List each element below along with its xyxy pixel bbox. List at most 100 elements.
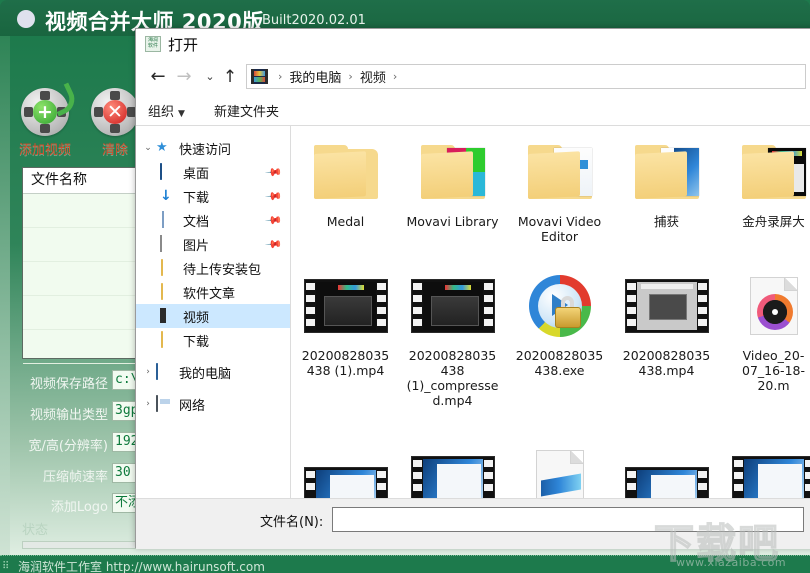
file-item-video-3[interactable]: 20200828035438.mp4	[613, 266, 720, 408]
filename-input[interactable]	[332, 507, 804, 532]
file-item-partial-2[interactable]	[399, 434, 506, 498]
file-item-partial-1[interactable]	[292, 434, 399, 498]
chevron-right-icon[interactable]: ›	[140, 399, 156, 409]
file-item-partial-5[interactable]	[720, 434, 810, 498]
sidebar-item-quick-access[interactable]: ⌄ ★ 快速访问	[136, 136, 290, 160]
sidebar-item-label: 视频	[183, 310, 210, 326]
new-folder-button[interactable]: 新建文件夹	[214, 101, 279, 120]
pin-icon[interactable]: 📌	[265, 211, 284, 230]
video-file-icon	[292, 434, 399, 498]
file-list-empty-row	[23, 330, 139, 364]
file-item-executable[interactable]: 20200828035438.exe	[506, 266, 613, 408]
status-label: 状态	[22, 523, 49, 538]
file-item-capture[interactable]: 捕获	[613, 132, 720, 244]
app-statusbar-text: 海润软件工作室 http://www.hairunsoft.com	[18, 560, 265, 573]
chevron-right-icon[interactable]: ›	[140, 367, 156, 377]
dialog-bottom-bar: 文件名(N):	[136, 498, 810, 549]
file-item-medal[interactable]: Medal	[292, 132, 399, 244]
sidebar-item-upload-packages[interactable]: 待上传安装包	[136, 256, 290, 280]
file-item-label: 捕获	[653, 214, 679, 229]
file-item-movavi-library[interactable]: Movavi Library	[399, 132, 506, 244]
file-list-empty-row	[23, 296, 139, 330]
sidebar-item-label: 下载	[183, 190, 210, 206]
arrow-right-icon[interactable]: →	[172, 65, 196, 89]
file-item-media-doc[interactable]: Video_20-07_16-18-20.m	[720, 266, 810, 408]
folder-thumb-icon	[720, 132, 810, 212]
save-path-row: 视频保存路径 c:\\手	[0, 369, 158, 395]
organize-menu-button[interactable]: 组织 ▼	[148, 101, 185, 120]
folder-icon	[160, 331, 178, 348]
file-row: 20200828035438 (1).mp4 20200828035438 (1…	[292, 266, 810, 408]
sidebar-item-downloads[interactable]: ↓ 下载 📌	[136, 184, 290, 208]
organize-label: 组织	[148, 105, 175, 120]
breadcrumb-separator: ›	[392, 70, 398, 83]
sidebar-item-network[interactable]: › 网络	[136, 392, 290, 416]
app-build-version: Built2020.02.01	[262, 13, 366, 28]
network-icon	[156, 395, 174, 412]
sidebar-item-documents[interactable]: 文档 📌	[136, 208, 290, 232]
save-path-label: 视频保存路径	[29, 377, 108, 392]
file-item-video-2[interactable]: 20200828035438 (1)_compressed.mp4	[399, 266, 506, 408]
sidebar-item-label: 我的电脑	[179, 366, 232, 382]
sidebar-item-label: 快速访问	[179, 142, 232, 158]
file-list-rows	[23, 194, 139, 364]
sidebar-item-label: 软件文章	[183, 286, 236, 302]
arrow-left-icon[interactable]: ←	[146, 65, 170, 89]
file-row-partial	[292, 434, 810, 498]
output-type-row: 视频输出类型 3gp	[0, 400, 158, 426]
breadcrumb-item-my-computer[interactable]: 我的电脑	[289, 67, 341, 86]
dialog-title: 打开	[168, 36, 199, 54]
sidebar-item-pictures[interactable]: 图片 📌	[136, 232, 290, 256]
file-list-header: 文件名称	[23, 168, 139, 194]
breadcrumb-separator: ›	[278, 70, 283, 83]
frame-rate-row: 压缩帧速率 30	[0, 462, 158, 488]
video-file-list[interactable]: 文件名称	[22, 167, 140, 364]
sidebar-item-videos[interactable]: 视频	[136, 304, 290, 328]
file-item-jinzhou-recorder[interactable]: 金舟录屏大	[720, 132, 810, 244]
resolution-label: 宽/高(分辨率)	[28, 439, 108, 454]
output-type-label: 视频输出类型	[29, 408, 108, 423]
resolution-row: 宽/高(分辨率) 1920	[0, 431, 158, 457]
video-file-icon	[399, 266, 506, 346]
folder-thumb-icon	[506, 132, 613, 212]
file-item-label: 金舟录屏大	[742, 214, 805, 229]
video-file-icon	[399, 434, 506, 498]
file-row: Medal Movavi Library Movavi Video Editor	[292, 132, 810, 244]
app-small-icon: 海润 软件	[145, 36, 161, 52]
dialog-title-bar: 海润 软件 打开	[136, 29, 810, 59]
sidebar-item-desktop[interactable]: 桌面 📌	[136, 160, 290, 184]
pictures-icon	[160, 235, 178, 252]
arrow-up-icon[interactable]: ↑	[218, 65, 242, 89]
breadcrumb-item-videos[interactable]: 视频	[360, 67, 386, 86]
video-file-icon	[720, 434, 810, 498]
filename-label: 文件名(N):	[260, 515, 324, 530]
folder-icon	[160, 259, 178, 276]
file-list-empty-row	[23, 228, 139, 262]
chevron-down-icon[interactable]: ⌄	[140, 143, 156, 153]
breadcrumb[interactable]: › 我的电脑 › 视频 ›	[246, 64, 806, 89]
dialog-sidebar: ⌄ ★ 快速访问 桌面 📌 ↓ 下载 📌 文档 📌 图片 📌 待上传安装包 软件…	[136, 126, 291, 498]
file-list-empty-row	[23, 194, 139, 228]
file-items-pane[interactable]: Medal Movavi Library Movavi Video Editor	[292, 126, 810, 498]
sidebar-item-this-pc[interactable]: › 我的电脑	[136, 360, 290, 384]
media-doc-icon	[506, 434, 613, 498]
file-item-video-1[interactable]: 20200828035438 (1).mp4	[292, 266, 399, 408]
sidebar-item-label: 待上传安装包	[183, 262, 262, 278]
sidebar-item-downloads-2[interactable]: 下载	[136, 328, 290, 352]
file-item-partial-4[interactable]	[613, 434, 720, 498]
sidebar-item-software-articles[interactable]: 软件文章	[136, 280, 290, 304]
media-doc-icon	[720, 266, 810, 346]
file-item-label: Medal	[326, 214, 365, 229]
file-item-partial-3[interactable]	[506, 434, 613, 498]
video-folder-icon	[251, 69, 268, 84]
pin-icon[interactable]: 📌	[265, 187, 284, 206]
file-item-movavi-video-editor[interactable]: Movavi Video Editor	[506, 132, 613, 244]
video-file-icon	[613, 434, 720, 498]
pin-icon[interactable]: 📌	[265, 163, 284, 182]
add-video-button[interactable]: + 添加视频	[14, 82, 80, 158]
add-video-icon: +	[21, 82, 80, 136]
folder-icon	[160, 283, 178, 300]
pin-icon[interactable]: 📌	[265, 235, 284, 254]
add-logo-row: 添加Logo 不添	[0, 492, 158, 518]
video-file-icon	[292, 266, 399, 346]
